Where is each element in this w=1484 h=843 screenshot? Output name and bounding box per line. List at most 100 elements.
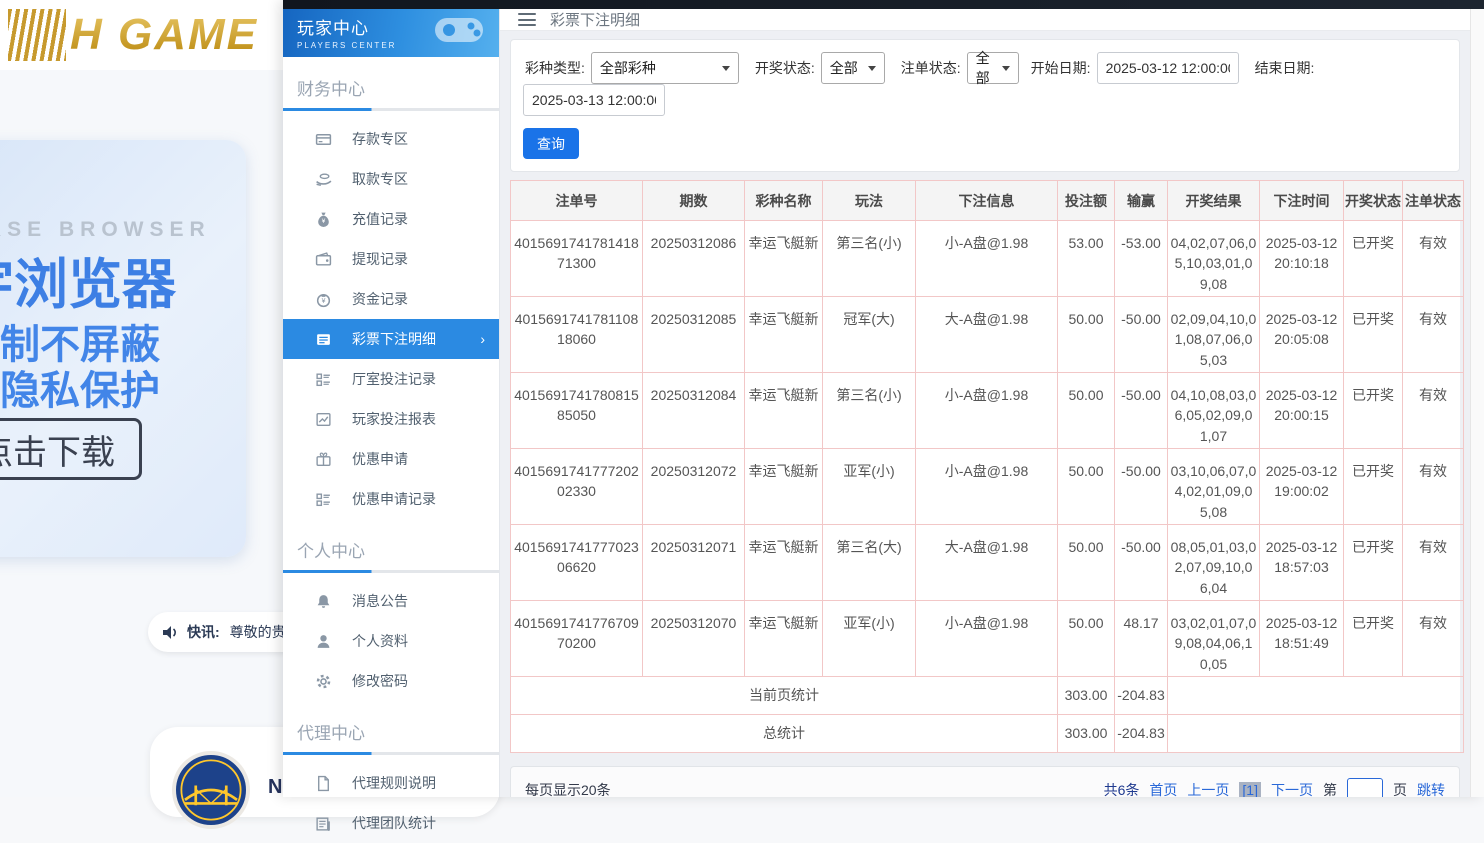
- sidebar-item-promo-apply-records[interactable]: 优惠申请记录: [283, 479, 499, 519]
- cell-play-type: 亚军(小): [823, 449, 916, 525]
- banner-title: 宇浏览器: [0, 240, 176, 319]
- order-status-label: 注单状态:: [901, 58, 961, 78]
- end-date-label: 结束日期:: [1255, 58, 1315, 78]
- page-title: 彩票下注明细: [550, 9, 640, 30]
- cell-bet-id: 401569174178141871300: [511, 221, 643, 297]
- order-status-select[interactable]: 全部: [967, 52, 1019, 84]
- browser-promo-banner[interactable]: ERSE BROWSER 宇浏览器 限制不屏蔽 则隐私保护 点击下载: [0, 140, 246, 557]
- players-center-panel: 玩家中心 PLAYERS CENTER 财务中心 存款专区 取款专区 ¥ 充值记…: [283, 0, 1484, 797]
- speaker-icon: [162, 625, 179, 640]
- sidebar-item-hall-bet-records[interactable]: 厅室投注记录: [283, 359, 499, 399]
- cell-order-status: 有效: [1403, 221, 1464, 297]
- person-icon: [315, 633, 332, 650]
- sidebar-item-change-password[interactable]: 修改密码: [283, 661, 499, 701]
- sidebar-item-deposit-zone[interactable]: 存款专区: [283, 119, 499, 159]
- sidebar: 玩家中心 PLAYERS CENTER 财务中心 存款专区 取款专区 ¥ 充值记…: [283, 0, 500, 797]
- col-bet-info: 下注信息: [916, 181, 1058, 221]
- sidebar-item-label: 代理团队统计: [352, 813, 436, 833]
- site-logo: H GAME: [70, 10, 258, 60]
- sidebar-item-funds-records[interactable]: ¥ 资金记录: [283, 279, 499, 319]
- svg-text:¥: ¥: [322, 298, 326, 305]
- table-header-row: 注单号 期数 彩种名称 玩法 下注信息 投注额 输赢 开奖结果 下注时间 开奖状…: [511, 181, 1464, 221]
- start-date-input[interactable]: [1097, 52, 1239, 84]
- pagination-bar: 每页显示20条 共6条 首页 上一页 [1] 下一页 第 页 跳转: [510, 766, 1460, 797]
- cell-bet-amount: 53.00: [1058, 221, 1115, 297]
- cell-lottery-name: 幸运飞艇新: [745, 601, 823, 677]
- cell-lottery-name: 幸运飞艇新: [745, 373, 823, 449]
- cell-play-type: 第三名(小): [823, 221, 916, 297]
- gamepad-icon: [429, 8, 489, 48]
- sidebar-item-label: 厅室投注记录: [352, 369, 436, 389]
- menu-toggle-icon[interactable]: [518, 13, 536, 26]
- cell-bet-info: 小-A盘@1.98: [916, 449, 1058, 525]
- lottery-type-select[interactable]: 全部彩种: [591, 52, 739, 84]
- first-page-link[interactable]: 首页: [1149, 780, 1177, 797]
- scrollbar-track[interactable]: [1470, 9, 1484, 797]
- banner-slogan-2: 则隐私保护: [0, 358, 160, 416]
- sidebar-item-agent-rules[interactable]: 代理规则说明: [283, 763, 499, 803]
- sidebar-item-label: 代理规则说明: [352, 773, 436, 793]
- main-content: 彩票下注明细 彩种类型: 全部彩种 开奖状态: 全部 注单状态: 全部 开始日期…: [500, 0, 1484, 797]
- current-page-badge[interactable]: [1]: [1239, 782, 1261, 797]
- total-count: 共6条: [1104, 780, 1140, 797]
- bell-icon: [315, 593, 332, 610]
- table-row: 401569174178081585050 20250312084 幸运飞艇新 …: [511, 373, 1464, 449]
- list-check-icon: [315, 491, 332, 508]
- draw-status-select[interactable]: 全部: [821, 52, 885, 84]
- col-winloss: 输赢: [1115, 181, 1168, 221]
- chevron-down-icon: [722, 66, 730, 71]
- sidebar-item-agent-team-stats[interactable]: 代理团队统计: [283, 803, 499, 843]
- jump-page-input[interactable]: [1347, 778, 1383, 797]
- cell-winloss: -50.00: [1115, 297, 1168, 373]
- sidebar-item-withdrawal-records[interactable]: 提现记录: [283, 239, 499, 279]
- page-size-text: 每页显示20条: [525, 780, 611, 797]
- chevron-right-icon: ›: [480, 331, 485, 347]
- sidebar-item-promo-apply[interactable]: 优惠申请: [283, 439, 499, 479]
- cell-bet-id: 401569174178110818060: [511, 297, 643, 373]
- sidebar-item-label: 充值记录: [352, 209, 408, 229]
- news-label: 快讯:: [187, 622, 220, 642]
- jump-label-pre: 第: [1323, 780, 1337, 797]
- col-play-type: 玩法: [823, 181, 916, 221]
- sidebar-item-withdraw-zone[interactable]: 取款专区: [283, 159, 499, 199]
- sidebar-item-label: 消息公告: [352, 591, 408, 611]
- prev-page-link[interactable]: 上一页: [1187, 780, 1229, 797]
- sidebar-item-announcements[interactable]: 消息公告: [283, 581, 499, 621]
- start-date-label: 开始日期:: [1031, 58, 1091, 78]
- cell-bet-id: 401569174177720202330: [511, 449, 643, 525]
- jump-label-post: 页: [1393, 780, 1407, 797]
- col-bet-amount: 投注额: [1058, 181, 1115, 221]
- chevron-down-icon: [1002, 66, 1010, 71]
- sidebar-item-label: 优惠申请记录: [352, 489, 436, 509]
- cell-bet-id: 401569174177702306620: [511, 525, 643, 601]
- summary-empty: [1168, 715, 1464, 753]
- cell-period: 20250312086: [643, 221, 745, 297]
- summary-empty: [1168, 677, 1464, 715]
- next-page-link[interactable]: 下一页: [1271, 780, 1313, 797]
- cell-lottery-name: 幸运飞艇新: [745, 449, 823, 525]
- sidebar-item-lottery-bet-details[interactable]: 彩票下注明细 ›: [283, 319, 499, 359]
- table-row: 401569174178110818060 20250312085 幸运飞艇新 …: [511, 297, 1464, 373]
- cell-period: 20250312070: [643, 601, 745, 677]
- table-row: 401569174177670970200 20250312070 幸运飞艇新 …: [511, 601, 1464, 677]
- table-row: 401569174177702306620 20250312071 幸运飞艇新 …: [511, 525, 1464, 601]
- coin-purse-icon: ¥: [315, 291, 332, 308]
- cell-draw-status: 已开奖: [1344, 221, 1403, 297]
- table-row: 401569174177720202330 20250312072 幸运飞艇新 …: [511, 449, 1464, 525]
- main-toolbar: 彩票下注明细: [500, 9, 1484, 31]
- cell-bet-info: 小-A盘@1.98: [916, 221, 1058, 297]
- cell-winloss: 48.17: [1115, 601, 1168, 677]
- cell-draw-status: 已开奖: [1344, 601, 1403, 677]
- sidebar-item-profile[interactable]: 个人资料: [283, 621, 499, 661]
- sidebar-item-recharge-records[interactable]: ¥ 充值记录: [283, 199, 499, 239]
- end-date-input[interactable]: [523, 84, 665, 116]
- summary-bet-total: 303.00: [1058, 715, 1115, 753]
- sidebar-item-player-bet-report[interactable]: 玩家投注报表: [283, 399, 499, 439]
- jump-button[interactable]: 跳转: [1417, 780, 1445, 797]
- sidebar-item-label: 修改密码: [352, 671, 408, 691]
- cell-draw-status: 已开奖: [1344, 525, 1403, 601]
- download-button[interactable]: 点击下载: [0, 418, 142, 480]
- cell-period: 20250312084: [643, 373, 745, 449]
- logo-stripes-decoration: [8, 9, 66, 61]
- search-button[interactable]: 查询: [523, 128, 579, 159]
